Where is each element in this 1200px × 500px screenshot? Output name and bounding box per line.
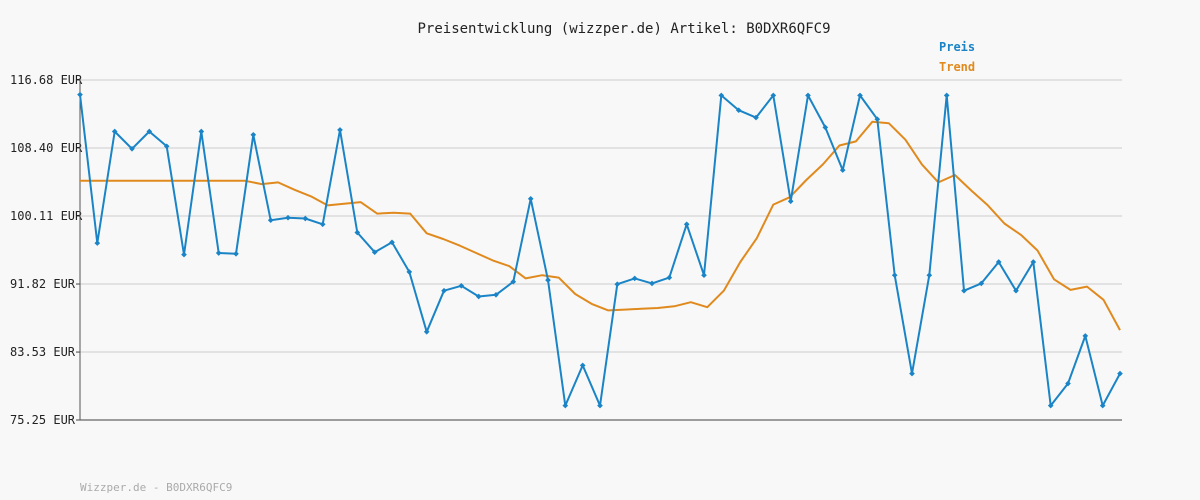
data-point-preis <box>198 128 205 135</box>
data-point-preis <box>614 281 621 288</box>
y-tick-label: 75.25 EUR <box>10 413 76 427</box>
series-line-preis <box>79 94 1121 407</box>
data-point-preis <box>579 362 586 369</box>
data-point-preis <box>527 195 534 202</box>
data-point-preis <box>319 221 326 228</box>
y-axis-labels: 116.68 EUR 108.40 EUR 100.11 EUR 91.82 EUR 8… <box>10 73 83 427</box>
series-line-trend <box>80 120 1121 331</box>
data-point-preis <box>250 131 257 138</box>
data-point-preis <box>943 92 950 99</box>
data-point-preis <box>233 250 239 257</box>
data-point-preis <box>181 251 187 258</box>
data-point-preis <box>631 275 638 282</box>
data-point-preis <box>909 370 915 377</box>
legend-trend: Trend <box>939 60 975 74</box>
data-point-preis <box>215 250 222 256</box>
data-point-preis <box>666 274 673 281</box>
data-point-preis <box>562 402 569 409</box>
data-point-preis <box>597 402 603 409</box>
data-point-preis <box>839 167 846 173</box>
y-tick-label: 108.40 EUR <box>10 141 83 155</box>
chart: Preisentwicklung (wizzper.de) Artikel: B… <box>10 21 1123 494</box>
y-tick-label: 116.68 EUR <box>10 73 83 87</box>
grid <box>76 79 1122 421</box>
series-layer <box>77 91 1123 409</box>
data-point-preis <box>545 277 551 283</box>
data-point-preis <box>94 240 101 246</box>
data-point-preis <box>337 127 343 133</box>
data-point-preis <box>926 272 933 279</box>
footer-text: Wizzper.de - B0DXR6QFC9 <box>80 481 232 494</box>
y-tick-label: 83.53 EUR <box>10 345 76 359</box>
data-point-preis <box>1082 333 1089 339</box>
data-point-preis <box>683 221 690 228</box>
data-point-preis <box>891 272 898 279</box>
data-point-preis <box>701 272 707 279</box>
y-tick-label: 100.11 EUR <box>10 209 83 223</box>
data-point-preis <box>267 217 274 224</box>
chart-title: Preisentwicklung (wizzper.de) Artikel: B… <box>417 21 830 37</box>
data-point-preis <box>423 328 430 335</box>
legend-preis: Preis <box>939 40 975 54</box>
y-tick-label: 91.82 EUR <box>10 277 76 291</box>
data-point-preis <box>441 287 447 294</box>
data-point-preis <box>787 198 794 205</box>
data-point-preis <box>961 287 967 294</box>
data-point-preis <box>649 280 655 287</box>
data-point-preis <box>77 91 83 98</box>
